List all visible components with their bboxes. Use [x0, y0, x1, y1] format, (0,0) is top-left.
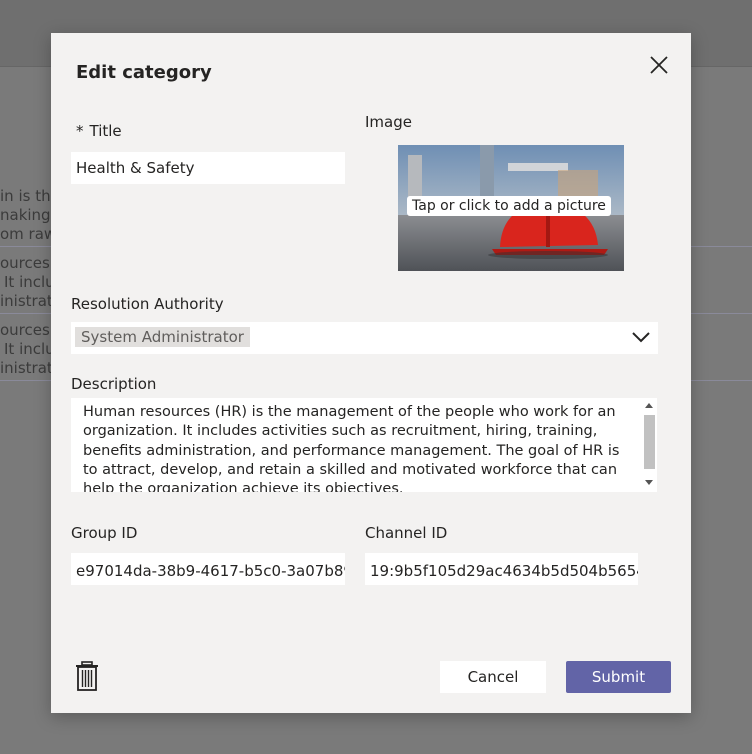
title-label: * Title	[76, 122, 122, 140]
resolution-authority-dropdown[interactable]: System Administrator	[71, 322, 658, 354]
background-text: inistrati	[0, 359, 57, 377]
scroll-up-arrow-icon[interactable]	[645, 403, 653, 408]
required-marker: *	[76, 122, 84, 140]
add-picture-hint: Tap or click to add a picture	[407, 196, 611, 216]
description-label: Description	[71, 375, 157, 393]
dialog-title: Edit category	[76, 62, 212, 83]
group-id-input[interactable]: e97014da-38b9-4617-b5c0-3a07b89d	[71, 553, 345, 585]
scroll-down-arrow-icon[interactable]	[645, 480, 653, 485]
submit-button[interactable]: Submit	[566, 661, 671, 693]
background-text: om raw	[0, 225, 57, 243]
channel-id-input[interactable]: 19:9b5f105d29ac4634b5d504b565490	[365, 553, 638, 585]
background-text: It inclu	[4, 273, 55, 291]
background-text: It inclu	[4, 340, 55, 358]
trash-icon[interactable]	[75, 661, 99, 691]
title-label-text: Title	[89, 122, 122, 140]
group-id-label: Group ID	[71, 524, 138, 542]
description-scrollbar-thumb[interactable]	[644, 415, 655, 469]
cancel-button[interactable]: Cancel	[440, 661, 546, 693]
edit-category-dialog: Edit category * Title Health & Safety Ima…	[51, 33, 691, 713]
channel-id-label: Channel ID	[365, 524, 448, 542]
chevron-down-icon[interactable]	[631, 330, 651, 344]
selected-authority-chip: System Administrator	[75, 327, 250, 347]
image-label: Image	[365, 113, 412, 131]
image-picker[interactable]: Tap or click to add a picture	[398, 145, 624, 271]
background-text: inistrati	[0, 292, 57, 310]
resolution-authority-label: Resolution Authority	[71, 295, 224, 313]
title-input[interactable]: Health & Safety	[71, 152, 345, 184]
description-textarea[interactable]: Human resources (HR) is the management o…	[71, 398, 657, 492]
close-icon[interactable]	[647, 53, 671, 77]
